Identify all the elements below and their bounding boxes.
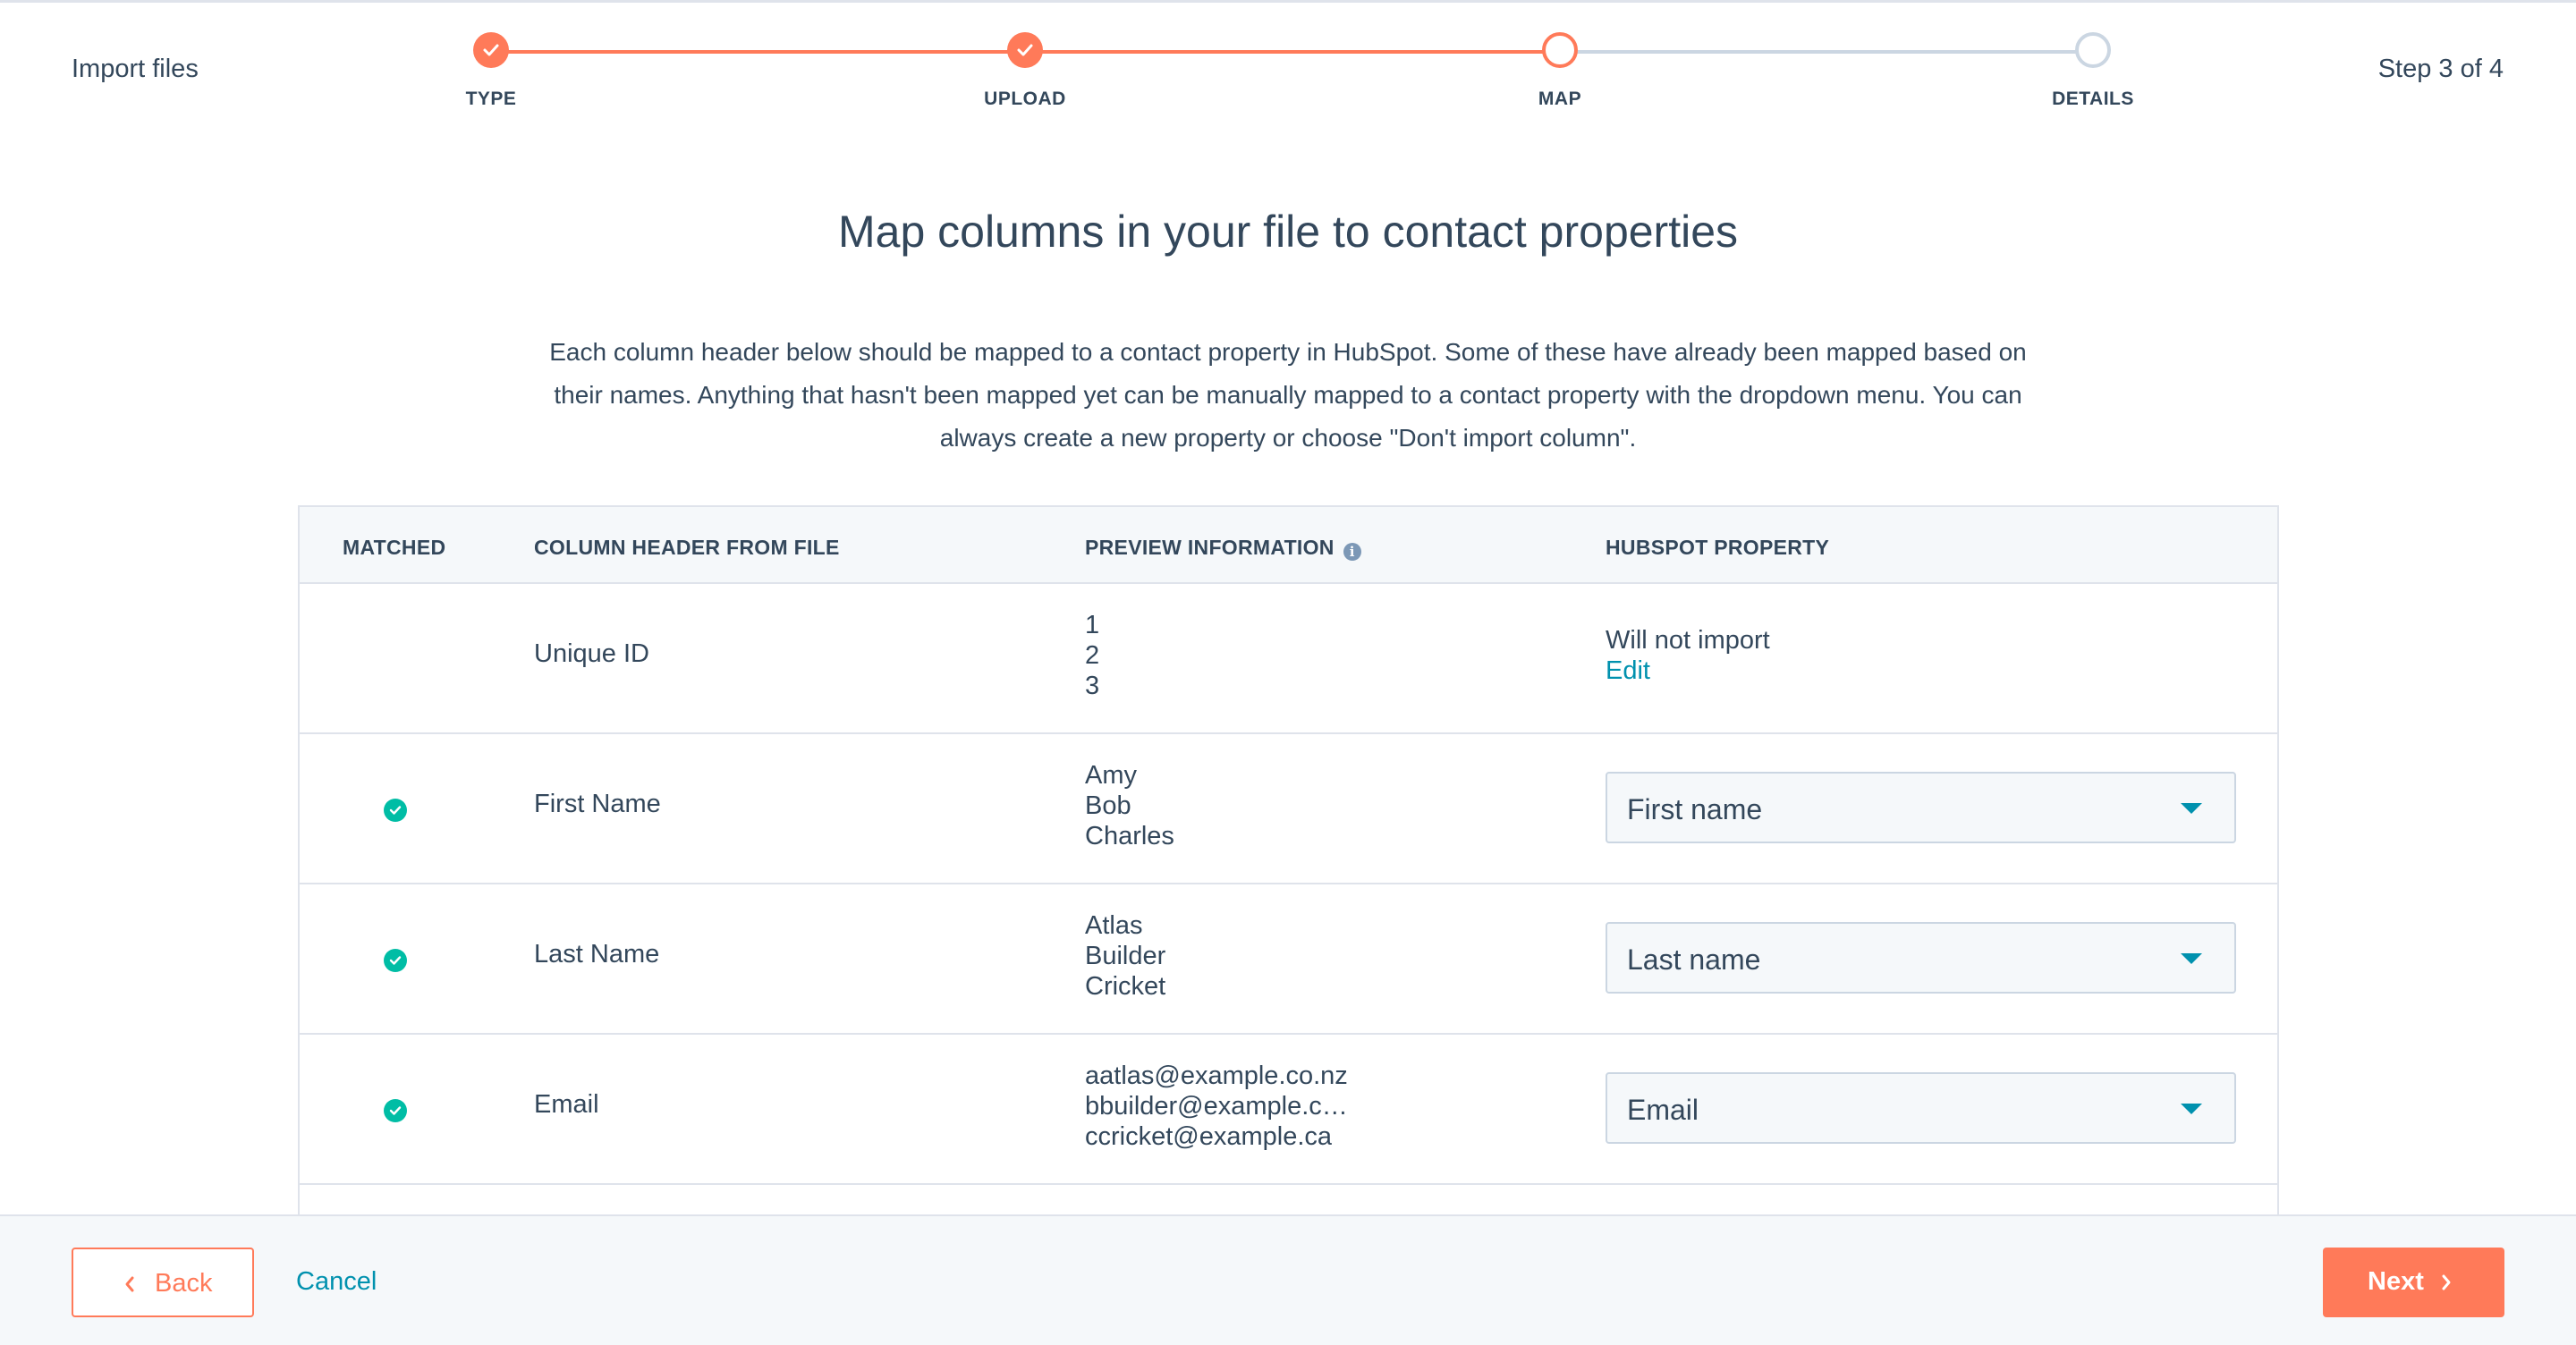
table-row: Last Name Atlas Builder Cricket Last nam… — [300, 884, 2277, 1035]
table-row: Unique ID 1 2 3 Will not import Edit — [300, 584, 2277, 734]
step-map-marker — [1542, 32, 1578, 68]
mapping-table: MATCHED COLUMN HEADER FROM FILE PREVIEW … — [298, 505, 2279, 1221]
import-header: Import files TYPE UPLOAD MAP DETAILS Ste… — [0, 3, 2576, 137]
preview-value: 2 — [1085, 641, 1100, 670]
next-button-label: Next — [2368, 1267, 2424, 1296]
step-count: Step 3 of 4 — [2377, 55, 2504, 83]
check-icon — [389, 956, 402, 965]
step-details-marker — [2075, 32, 2111, 68]
step-label-type: TYPE — [465, 89, 517, 109]
check-icon — [483, 44, 499, 56]
preview-value: Amy — [1085, 761, 1137, 790]
preview-value: 1 — [1085, 611, 1100, 639]
check-icon — [1017, 44, 1033, 56]
property-select-first-name[interactable]: First name — [1606, 772, 2236, 843]
step-type-marker — [473, 32, 509, 68]
preview-cell: Amy Bob Charles — [1085, 760, 1174, 851]
property-cell: Will not import Edit — [1606, 625, 1770, 686]
page-title: Map columns in your file to contact prop… — [837, 207, 1739, 257]
column-header-cell: Last Name — [534, 940, 660, 969]
select-value: First name — [1627, 793, 1763, 825]
column-header-cell: First Name — [534, 790, 661, 818]
footer-bar: Back Cancel Next — [0, 1214, 2576, 1345]
preview-value: Cricket — [1085, 972, 1166, 1001]
import-title: Import files — [72, 55, 199, 83]
preview-value: Charles — [1085, 822, 1174, 850]
column-header-cell: Email — [534, 1090, 599, 1119]
page-description: Each column header below should be mappe… — [549, 338, 2027, 452]
caret-down-icon — [2181, 1104, 2202, 1114]
matched-badge — [384, 799, 407, 822]
preview-value: ccricket@example.ca — [1085, 1122, 1333, 1151]
cancel-link[interactable]: Cancel — [296, 1267, 377, 1297]
back-button[interactable]: Back — [72, 1248, 254, 1317]
back-button-label: Back — [155, 1269, 213, 1298]
property-select-email[interactable]: Email — [1606, 1072, 2236, 1144]
header-hubspot-property: HUBSPOT PROPERTY — [1606, 536, 1830, 559]
next-button[interactable]: Next — [2323, 1248, 2504, 1317]
preview-cell: 1 2 3 — [1085, 610, 1099, 701]
header-matched: MATCHED — [343, 536, 446, 559]
progress-track-remaining — [1560, 50, 2093, 54]
column-header-cell: Unique ID — [534, 639, 649, 668]
edit-link[interactable]: Edit — [1606, 656, 1770, 686]
table-row: Email aatlas@example.co.nz bbuilder@exam… — [300, 1035, 2277, 1185]
chevron-left-icon — [125, 1276, 134, 1292]
step-label-details: DETAILS — [2052, 89, 2134, 109]
caret-down-icon — [2181, 953, 2202, 964]
select-value: Last name — [1627, 943, 1761, 976]
info-icon[interactable]: i — [1343, 543, 1361, 561]
preview-value: bbuilder@example.c… — [1085, 1092, 1348, 1121]
table-header-row: MATCHED COLUMN HEADER FROM FILE PREVIEW … — [300, 507, 2277, 584]
matched-badge — [384, 1099, 407, 1122]
chevron-right-icon — [2442, 1274, 2451, 1290]
check-icon — [389, 806, 402, 815]
select-value: Email — [1627, 1094, 1699, 1126]
header-column-from-file: COLUMN HEADER FROM FILE — [534, 536, 840, 559]
caret-down-icon — [2181, 803, 2202, 814]
check-icon — [389, 1106, 402, 1115]
preview-value: Builder — [1085, 942, 1166, 970]
table-row: First Name Amy Bob Charles First name — [300, 734, 2277, 884]
preview-value: Bob — [1085, 791, 1131, 820]
preview-value: 3 — [1085, 672, 1100, 700]
header-preview-information: PREVIEW INFORMATION i — [1085, 536, 1361, 561]
preview-value: aatlas@example.co.nz — [1085, 1062, 1348, 1090]
property-select-last-name[interactable]: Last name — [1606, 922, 2236, 994]
step-upload-marker — [1007, 32, 1043, 68]
preview-value: Atlas — [1085, 911, 1143, 940]
preview-cell: Atlas Builder Cricket — [1085, 910, 1165, 1002]
matched-badge — [384, 949, 407, 972]
step-label-upload: UPLOAD — [984, 89, 1066, 109]
will-not-import-text: Will not import — [1606, 626, 1770, 655]
preview-cell: aatlas@example.co.nz bbuilder@example.c…… — [1085, 1061, 1348, 1152]
step-label-map: MAP — [1538, 89, 1582, 109]
